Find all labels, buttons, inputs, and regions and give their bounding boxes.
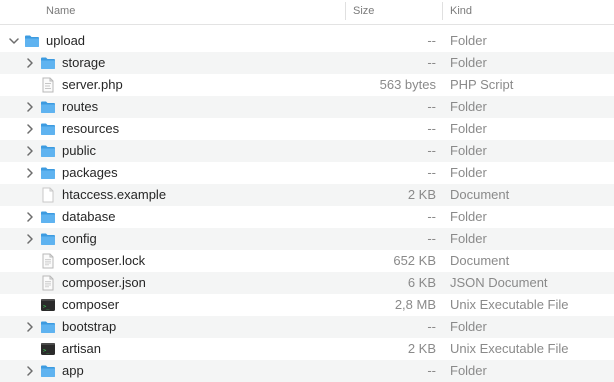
file-name: resources (62, 121, 120, 136)
file-name: storage (62, 55, 106, 70)
file-size: -- (427, 143, 436, 158)
column-header-name[interactable]: Name (46, 0, 75, 24)
file-kind: Unix Executable File (450, 341, 569, 356)
column-header-bar: Name Size Kind (0, 0, 614, 25)
folder-icon (40, 363, 56, 379)
file-kind: Folder (450, 55, 487, 70)
file-kind: Folder (450, 363, 487, 378)
folder-icon (40, 165, 56, 181)
chevron-right-icon[interactable] (25, 102, 35, 112)
folder-row[interactable]: public -- Folder (0, 140, 614, 162)
file-kind: Document (450, 253, 510, 268)
file-kind: Folder (450, 319, 487, 334)
folder-icon (40, 55, 56, 71)
column-divider[interactable] (442, 2, 443, 20)
folder-row[interactable]: packages -- Folder (0, 162, 614, 184)
chevron-right-icon[interactable] (25, 168, 35, 178)
file-size: 6 KB (407, 275, 436, 290)
folder-row[interactable]: resources -- Folder (0, 118, 614, 140)
file-size: 563 bytes (379, 77, 436, 92)
file-size: -- (427, 55, 436, 70)
file-name: artisan (62, 341, 102, 356)
file-size: 2 KB (407, 341, 436, 356)
chevron-down-icon[interactable] (9, 36, 19, 46)
chevron-right-icon[interactable] (25, 212, 35, 222)
file-row[interactable]: composer.json 6 KB JSON Document (0, 272, 614, 294)
file-kind: JSON Document (450, 275, 548, 290)
folder-row[interactable]: bootstrap -- Folder (0, 316, 614, 338)
file-kind: Folder (450, 231, 487, 246)
chevron-right-icon[interactable] (25, 124, 35, 134)
file-kind: Folder (450, 165, 487, 180)
file-size: 2 KB (407, 187, 436, 202)
file-list: upload -- Folder storage -- Folder server.ph… (0, 30, 614, 382)
file-name: upload (46, 33, 86, 48)
file-kind: PHP Script (450, 77, 514, 92)
file-kind: Folder (450, 33, 487, 48)
chevron-right-icon[interactable] (25, 58, 35, 68)
file-row[interactable]: htaccess.example 2 KB Document (0, 184, 614, 206)
folder-row[interactable]: storage -- Folder (0, 52, 614, 74)
file-size: -- (427, 121, 436, 136)
text-file-icon (40, 253, 56, 269)
file-row[interactable]: >_ composer 2,8 MB Unix Executable File (0, 294, 614, 316)
file-kind: Folder (450, 121, 487, 136)
file-name: config (62, 231, 97, 246)
folder-icon (40, 209, 56, 225)
chevron-right-icon[interactable] (25, 234, 35, 244)
terminal-icon: >_ (40, 297, 56, 313)
file-kind: Unix Executable File (450, 297, 569, 312)
file-name: app (62, 363, 84, 378)
folder-row[interactable]: routes -- Folder (0, 96, 614, 118)
file-kind: Document (450, 187, 510, 202)
folder-row[interactable]: upload -- Folder (0, 30, 614, 52)
file-size: -- (427, 319, 436, 334)
file-size: -- (427, 165, 436, 180)
file-name: public (62, 143, 96, 158)
chevron-right-icon[interactable] (25, 366, 35, 376)
file-size: 2,8 MB (394, 297, 436, 312)
column-header-kind[interactable]: Kind (450, 0, 472, 24)
file-row[interactable]: composer.lock 652 KB Document (0, 250, 614, 272)
file-name: composer (62, 297, 120, 312)
folder-icon (40, 99, 56, 115)
chevron-right-icon[interactable] (25, 146, 35, 156)
svg-text:>_: >_ (43, 348, 50, 354)
file-name: composer.lock (62, 253, 146, 268)
file-name: bootstrap (62, 319, 117, 334)
column-header-size[interactable]: Size (353, 0, 374, 24)
file-kind: Folder (450, 209, 487, 224)
file-name: composer.json (62, 275, 146, 290)
folder-row[interactable]: config -- Folder (0, 228, 614, 250)
column-divider[interactable] (345, 2, 346, 20)
file-name: packages (62, 165, 118, 180)
folder-icon (40, 143, 56, 159)
file-kind: Folder (450, 99, 487, 114)
folder-row[interactable]: database -- Folder (0, 206, 614, 228)
chevron-right-icon[interactable] (25, 322, 35, 332)
file-size: -- (427, 363, 436, 378)
file-size: 652 KB (393, 253, 436, 268)
script-file-icon (40, 77, 56, 93)
file-kind: Folder (450, 143, 487, 158)
file-size: -- (427, 209, 436, 224)
file-row[interactable]: server.php 563 bytes PHP Script (0, 74, 614, 96)
document-icon (40, 187, 56, 203)
file-name: routes (62, 99, 99, 114)
text-file-icon (40, 275, 56, 291)
file-name: htaccess.example (62, 187, 167, 202)
terminal-icon: >_ (40, 341, 56, 357)
folder-icon (40, 231, 56, 247)
file-size: -- (427, 231, 436, 246)
svg-text:>_: >_ (43, 304, 50, 310)
file-name: server.php (62, 77, 123, 92)
file-size: -- (427, 33, 436, 48)
folder-row[interactable]: app -- Folder (0, 360, 614, 382)
file-row[interactable]: >_ artisan 2 KB Unix Executable File (0, 338, 614, 360)
folder-icon (24, 33, 40, 49)
folder-icon (40, 121, 56, 137)
file-name: database (62, 209, 116, 224)
file-size: -- (427, 99, 436, 114)
folder-icon (40, 319, 56, 335)
